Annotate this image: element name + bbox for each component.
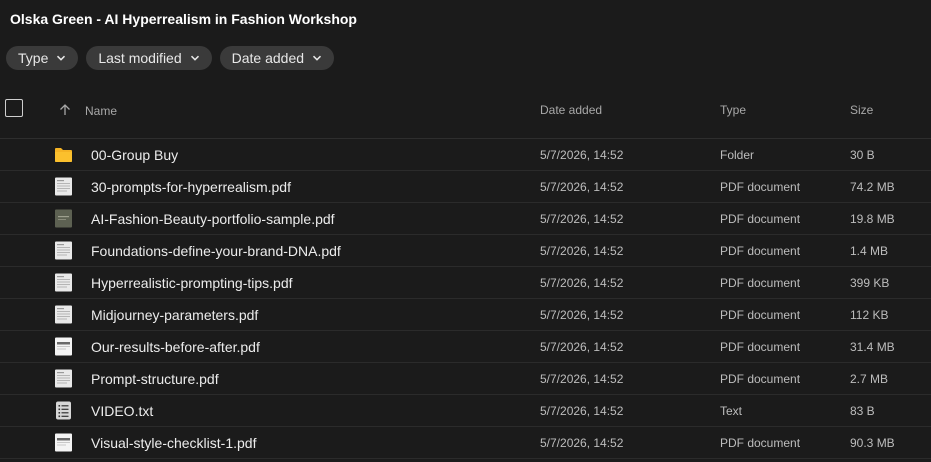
file-type: Folder bbox=[720, 148, 755, 162]
column-header-name[interactable]: Name bbox=[85, 104, 117, 118]
file-date-added: 5/7/2026, 14:52 bbox=[540, 244, 624, 258]
table-row[interactable]: Our-results-before-after.pdf 5/7/2026, 14… bbox=[0, 331, 931, 363]
file-date-added: 5/7/2026, 14:52 bbox=[540, 436, 624, 450]
file-type: PDF document bbox=[720, 276, 801, 290]
pdf-file-icon bbox=[55, 273, 72, 292]
filter-label: Last modified bbox=[98, 50, 182, 66]
file-date-added: 5/7/2026, 14:52 bbox=[540, 212, 624, 226]
file-size: 112 KB bbox=[850, 308, 889, 322]
pdf-file-icon bbox=[55, 369, 72, 388]
file-date-added: 5/7/2026, 14:52 bbox=[540, 308, 624, 322]
table-row[interactable]: Hyperrealistic-prompting-tips.pdf 5/7/202… bbox=[0, 267, 931, 299]
table-row[interactable]: Foundations-define-your-brand-DNA.pdf 5/7… bbox=[0, 235, 931, 267]
file-size: 1.4 MB bbox=[850, 244, 889, 258]
file-type: PDF document bbox=[720, 212, 801, 226]
table-row[interactable]: 30-prompts-for-hyperrealism.pdf 5/7/2026,… bbox=[0, 171, 931, 203]
table-header: Name Date added Type Size bbox=[0, 94, 931, 139]
file-name[interactable]: 00-Group Buy bbox=[91, 147, 178, 163]
text-file-icon bbox=[56, 401, 71, 420]
file-size: 83 B bbox=[850, 404, 875, 418]
file-date-added: 5/7/2026, 14:52 bbox=[540, 148, 624, 162]
column-header-size[interactable]: Size bbox=[850, 103, 873, 117]
file-name[interactable]: Hyperrealistic-prompting-tips.pdf bbox=[91, 275, 293, 291]
filter-date-added-button[interactable]: Date added bbox=[219, 46, 335, 70]
chevron-down-icon bbox=[57, 55, 66, 61]
file-size: 2.7 MB bbox=[850, 372, 889, 386]
file-name[interactable]: Foundations-define-your-brand-DNA.pdf bbox=[91, 243, 341, 259]
file-type: PDF document bbox=[720, 372, 801, 386]
file-type: PDF document bbox=[720, 340, 801, 354]
file-date-added: 5/7/2026, 14:52 bbox=[540, 180, 624, 194]
pdf-file-icon bbox=[55, 337, 72, 356]
pdf-file-icon bbox=[55, 241, 72, 260]
chevron-down-icon bbox=[313, 55, 322, 61]
filter-last-modified-button[interactable]: Last modified bbox=[86, 46, 212, 70]
file-name[interactable]: Visual-style-checklist-1.pdf bbox=[91, 435, 256, 451]
file-name[interactable]: VIDEO.txt bbox=[91, 403, 153, 419]
file-name[interactable]: Our-results-before-after.pdf bbox=[91, 339, 260, 355]
file-name[interactable]: Prompt-structure.pdf bbox=[91, 371, 219, 387]
file-size: 74.2 MB bbox=[850, 180, 895, 194]
file-name[interactable]: Midjourney-parameters.pdf bbox=[91, 307, 258, 323]
pdf-file-icon bbox=[55, 433, 72, 452]
table-row[interactable]: 00-Group Buy 5/7/2026, 14:52 Folder 30 B bbox=[0, 139, 931, 171]
table-row[interactable]: Visual-style-checklist-1.pdf 5/7/2026, 14… bbox=[0, 427, 931, 459]
file-type: PDF document bbox=[720, 244, 801, 258]
table-row[interactable]: Midjourney-parameters.pdf 5/7/2026, 14:52… bbox=[0, 299, 931, 331]
filter-label: Type bbox=[18, 50, 49, 66]
file-size: 399 KB bbox=[850, 276, 890, 290]
table-row[interactable]: Prompt-structure.pdf 5/7/2026, 14:52 PDF d… bbox=[0, 363, 931, 395]
file-type: PDF document bbox=[720, 436, 801, 450]
file-date-added: 5/7/2026, 14:52 bbox=[540, 404, 624, 418]
pdf-file-icon bbox=[55, 209, 72, 228]
arrow-up-icon[interactable] bbox=[58, 103, 72, 117]
pdf-file-icon bbox=[55, 305, 72, 324]
file-name[interactable]: AI-Fashion-Beauty-portfolio-sample.pdf bbox=[91, 211, 335, 227]
column-header-date-added[interactable]: Date added bbox=[540, 103, 602, 117]
file-name[interactable]: 30-prompts-for-hyperrealism.pdf bbox=[91, 179, 291, 195]
table-row[interactable]: VIDEO.txt 5/7/2026, 14:52 Text 83 B bbox=[0, 395, 931, 427]
file-type: PDF document bbox=[720, 308, 801, 322]
file-date-added: 5/7/2026, 14:52 bbox=[540, 340, 624, 354]
folder-icon bbox=[55, 148, 72, 162]
filter-label: Date added bbox=[231, 50, 305, 66]
file-date-added: 5/7/2026, 14:52 bbox=[540, 372, 624, 386]
file-type: Text bbox=[720, 404, 743, 418]
file-list: 00-Group Buy 5/7/2026, 14:52 Folder 30 B 30-… bbox=[0, 139, 931, 459]
file-size: 90.3 MB bbox=[850, 436, 895, 450]
pdf-file-icon bbox=[55, 177, 72, 196]
file-size: 31.4 MB bbox=[850, 340, 895, 354]
filter-type-button[interactable]: Type bbox=[6, 46, 79, 70]
file-date-added: 5/7/2026, 14:52 bbox=[540, 276, 624, 290]
filter-bar: Type Last modified Date added bbox=[6, 46, 335, 70]
select-all-checkbox[interactable] bbox=[5, 99, 23, 117]
column-header-type[interactable]: Type bbox=[720, 103, 746, 117]
chevron-down-icon bbox=[190, 55, 199, 61]
file-size: 30 B bbox=[850, 148, 875, 162]
file-type: PDF document bbox=[720, 180, 801, 194]
table-row[interactable]: AI-Fashion-Beauty-portfolio-sample.pdf 5/… bbox=[0, 203, 931, 235]
file-size: 19.8 MB bbox=[850, 212, 895, 226]
page-title: Olska Green - AI Hyperrealism in Fashion… bbox=[10, 11, 357, 27]
